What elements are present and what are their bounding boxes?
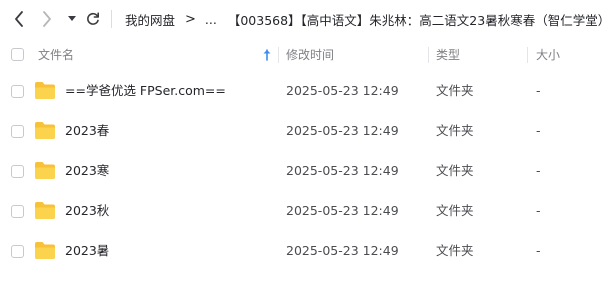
file-mtime: 2025-05-23 12:49 [286,123,399,138]
column-header-name[interactable]: 文件名 [38,38,278,72]
column-divider[interactable] [278,47,279,63]
column-header-size-label: 大小 [536,48,561,62]
row-checkbox[interactable] [11,245,24,258]
column-header-type[interactable]: 类型 [436,38,526,72]
breadcrumb-root[interactable]: 我的网盘 [125,10,175,29]
column-header-mtime[interactable]: 修改时间 [286,38,426,72]
file-type: 文件夹 [436,203,474,218]
file-name[interactable]: 2023秋 [65,192,109,230]
file-mtime: 2025-05-23 12:49 [286,203,399,218]
history-dropdown-button[interactable] [66,9,78,29]
file-list: ==学爸优选 FPSer.com== 2025-05-23 12:49 文件夹 … [0,72,615,272]
breadcrumb: 我的网盘 > ... 【003568】【高中语文】朱兆林：高二语文23暑秋寒春（… [125,0,610,38]
table-row[interactable]: 2023寒 2025-05-23 12:49 文件夹 - [0,152,615,192]
chevron-right-icon [43,11,51,27]
file-name[interactable]: 2023春 [65,112,109,150]
table-row[interactable]: ==学爸优选 FPSer.com== 2025-05-23 12:49 文件夹 … [0,72,615,112]
file-type: 文件夹 [436,83,474,98]
table-row[interactable]: 2023秋 2025-05-23 12:49 文件夹 - [0,192,615,232]
file-size: - [536,243,541,258]
row-checkbox[interactable] [11,165,24,178]
sort-up-arrow-icon[interactable] [262,49,272,61]
column-header-size[interactable]: 大小 [536,38,606,72]
select-all-checkbox[interactable] [11,48,24,61]
row-checkbox[interactable] [11,205,24,218]
file-type: 文件夹 [436,123,474,138]
refresh-icon [87,12,99,25]
column-divider[interactable] [428,47,429,63]
folder-icon [35,202,55,219]
file-mtime: 2025-05-23 12:49 [286,83,399,98]
row-checkbox[interactable] [11,85,24,98]
folder-icon [35,242,55,259]
folder-icon [35,82,55,99]
file-size: - [536,83,541,98]
file-name[interactable]: ==学爸优选 FPSer.com== [65,72,226,110]
breadcrumb-ellipsis[interactable]: ... [205,12,217,27]
forward-button[interactable] [38,9,56,29]
column-header-type-label: 类型 [436,48,461,62]
column-header-name-label: 文件名 [38,48,75,62]
row-checkbox[interactable] [11,125,24,138]
chevron-left-icon [15,11,23,27]
file-name[interactable]: 2023暑 [65,232,109,270]
file-size: - [536,123,541,138]
column-divider[interactable] [527,47,528,63]
table-row[interactable]: 2023暑 2025-05-23 12:49 文件夹 - [0,232,615,272]
breadcrumb-current: 【003568】【高中语文】朱兆林：高二语文23暑秋寒春（智仁学堂） [227,12,611,28]
folder-icon [35,122,55,139]
file-type: 文件夹 [436,243,474,258]
file-size: - [536,203,541,218]
file-size: - [536,163,541,178]
file-mtime: 2025-05-23 12:49 [286,163,399,178]
column-header-mtime-label: 修改时间 [286,48,335,62]
table-header: 文件名 修改时间 类型 大小 [0,38,615,72]
file-name[interactable]: 2023寒 [65,152,109,190]
toolbar: 我的网盘 > ... 【003568】【高中语文】朱兆林：高二语文23暑秋寒春（… [0,0,615,38]
caret-down-icon [68,16,76,21]
toolbar-divider [111,10,112,28]
table-row[interactable]: 2023春 2025-05-23 12:49 文件夹 - [0,112,615,152]
file-type: 文件夹 [436,163,474,178]
back-button[interactable] [10,9,28,29]
refresh-button[interactable] [84,9,102,29]
file-mtime: 2025-05-23 12:49 [286,243,399,258]
breadcrumb-separator: > [185,11,196,27]
folder-icon [35,162,55,179]
